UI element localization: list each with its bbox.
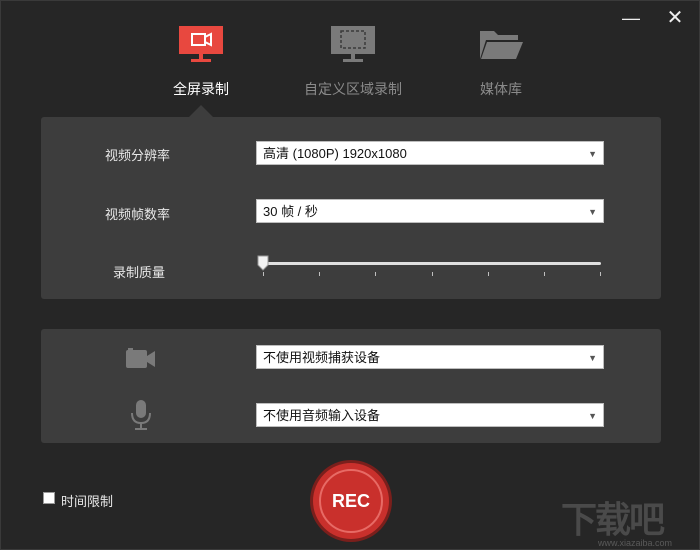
tab-media-library[interactable]: 媒体库 — [431, 25, 571, 99]
app-window: — ✕ 全屏录制 自定义区域录制 媒体库 视频分辨率 高清 (1080P) 19… — [0, 0, 700, 550]
monitor-record-icon — [179, 26, 223, 62]
monitor-region-icon — [331, 26, 375, 62]
slider-tick — [600, 272, 601, 276]
time-limit-checkbox[interactable] — [43, 492, 55, 504]
tab-label: 自定义区域录制 — [304, 81, 402, 97]
microphone-icon — [131, 400, 151, 430]
tab-custom-region-record[interactable]: 自定义区域录制 — [283, 25, 423, 99]
slider-tick — [375, 272, 376, 276]
tab-label: 全屏录制 — [173, 81, 229, 97]
active-tab-pointer — [189, 105, 213, 117]
resolution-label: 视频分辨率 — [105, 148, 171, 163]
tab-label: 媒体库 — [480, 81, 522, 97]
microphone-value: 不使用音频输入设备 — [263, 408, 381, 423]
framerate-select[interactable]: 30 帧 / 秒 ▼ — [256, 199, 604, 223]
watermark-url: www.xiazaiba.com — [598, 538, 673, 548]
slider-tick — [432, 272, 433, 276]
watermark-logo: 下载吧 — [561, 499, 665, 540]
framerate-label: 视频帧数率 — [105, 207, 171, 222]
video-settings-panel: 视频分辨率 高清 (1080P) 1920x1080 ▼ 视频帧数率 30 帧 … — [41, 117, 661, 299]
microphone-select[interactable]: 不使用音频输入设备 ▼ — [256, 403, 604, 427]
slider-tick — [488, 272, 489, 276]
camera-value: 不使用视频捕获设备 — [263, 350, 381, 365]
chevron-down-icon: ▼ — [588, 207, 597, 217]
quality-label: 录制质量 — [113, 265, 166, 280]
tab-fullscreen-record[interactable]: 全屏录制 — [131, 25, 271, 99]
camera-icon — [126, 348, 155, 368]
slider-tick — [544, 272, 545, 276]
framerate-value: 30 帧 / 秒 — [263, 204, 318, 219]
slider-track — [263, 262, 601, 265]
chevron-down-icon: ▼ — [588, 149, 597, 159]
time-limit-label: 时间限制 — [61, 494, 114, 509]
minimize-button[interactable]: — — [619, 7, 643, 29]
quality-slider[interactable] — [257, 255, 601, 282]
rec-button[interactable]: REC — [313, 463, 389, 539]
device-settings-panel: 不使用视频捕获设备 ▼ 不使用音频输入设备 ▼ — [41, 329, 661, 443]
folder-icon — [480, 31, 523, 59]
slider-tick — [319, 272, 320, 276]
camera-select[interactable]: 不使用视频捕获设备 ▼ — [256, 345, 604, 369]
close-button[interactable]: ✕ — [663, 7, 687, 29]
slider-thumb[interactable] — [257, 255, 269, 271]
resolution-select[interactable]: 高清 (1080P) 1920x1080 ▼ — [256, 141, 604, 165]
rec-button-label: REC — [331, 491, 370, 511]
slider-tick — [263, 272, 264, 276]
chevron-down-icon: ▼ — [588, 353, 597, 363]
resolution-value: 高清 (1080P) 1920x1080 — [263, 146, 407, 161]
chevron-down-icon: ▼ — [588, 411, 597, 421]
